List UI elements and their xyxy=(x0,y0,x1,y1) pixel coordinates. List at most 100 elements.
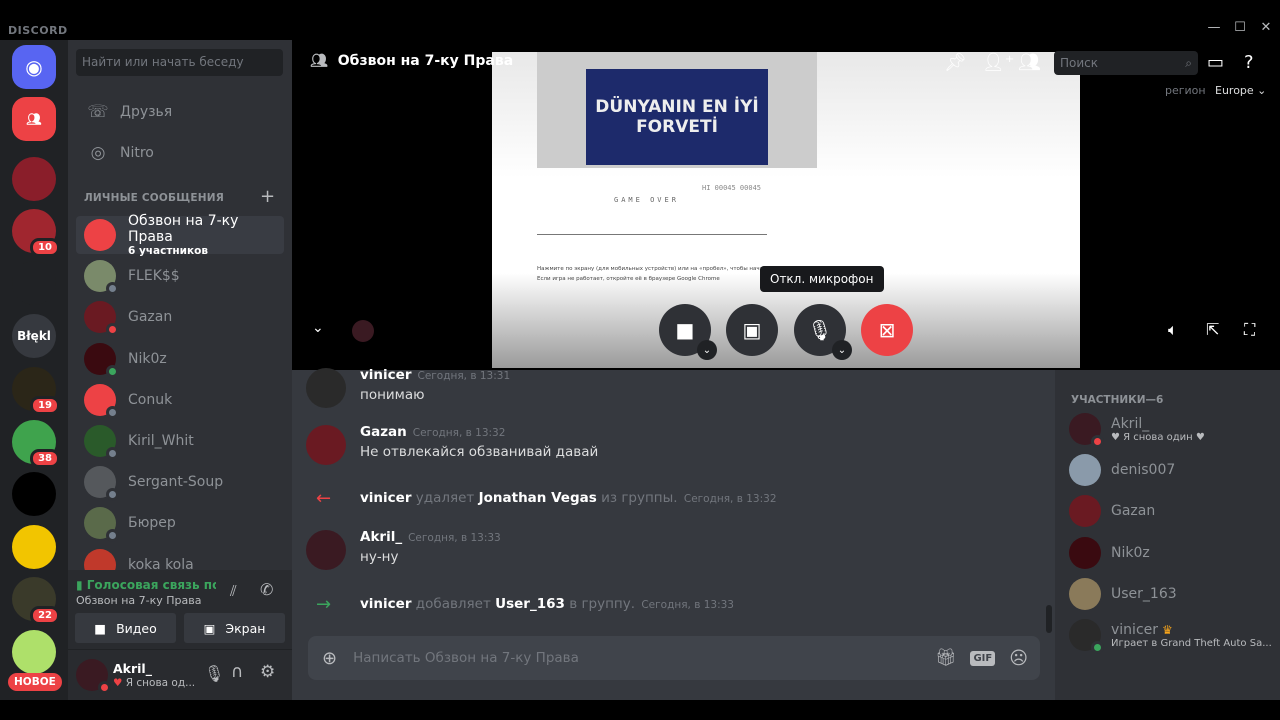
dm-item[interactable]: Sergant-Soup xyxy=(76,463,284,502)
region-select[interactable]: Europe ⌄ xyxy=(1215,84,1266,97)
member-activity: ♥ Я снова один ♥ xyxy=(1111,431,1205,443)
pin-icon[interactable]: 📌︎ xyxy=(944,52,967,73)
message-author[interactable]: vinicer xyxy=(360,367,411,383)
scrollbar[interactable] xyxy=(1046,605,1052,633)
message-author[interactable]: Akril_ xyxy=(360,529,402,545)
server-icon[interactable] xyxy=(12,630,56,674)
dm-item[interactable]: Nik0z xyxy=(76,340,284,378)
video-button[interactable]: ■ Видео xyxy=(75,613,176,643)
shared-screen[interactable]: DÜNYANIN EN İYİ FORVETİ HI 00045 00045 G… xyxy=(492,52,1080,368)
dm-name: Gazan xyxy=(128,309,173,326)
server-icon[interactable]: 10 xyxy=(12,209,60,257)
home-button[interactable]: ◉ xyxy=(12,45,56,89)
nav-nitro[interactable]: ◎ Nitro xyxy=(76,135,284,171)
add-friend-icon[interactable]: 👤︎⁺ xyxy=(982,52,1014,73)
new-badge[interactable]: НОВОЕ xyxy=(8,673,62,691)
dm-name: Обзвон на 7-ку Права xyxy=(128,213,239,245)
member-item[interactable]: Akril_ ♥ Я снова один ♥ xyxy=(1069,409,1205,449)
system-time: Сегодня, в 13:32 xyxy=(683,493,777,505)
inbox-icon[interactable]: ▭ xyxy=(1207,52,1224,73)
server-icon[interactable] xyxy=(12,261,56,305)
server-icon[interactable] xyxy=(12,472,56,516)
avatar[interactable] xyxy=(76,659,111,694)
fullscreen-icon[interactable]: ⛶ xyxy=(1244,320,1255,340)
participant-avatar[interactable] xyxy=(352,320,374,342)
server-rail: ◉ 👥︎ 10 Błękl 19 38 22 xyxy=(0,40,68,700)
avatar[interactable] xyxy=(306,425,346,465)
create-dm-button[interactable]: + xyxy=(260,186,275,207)
server-icon[interactable]: 👥︎ xyxy=(12,97,56,141)
message-composer[interactable]: ⊕ Написать Обзвон на 7-ку Права 🎁︎ GIF ☹ xyxy=(308,636,1040,680)
disconnect-icon[interactable]: ✆ xyxy=(260,580,273,599)
dm-item[interactable]: Бюрер xyxy=(76,504,284,543)
system-target[interactable]: User_163 xyxy=(495,596,565,612)
gif-button[interactable]: GIF xyxy=(970,650,996,666)
avatar xyxy=(1069,454,1101,487)
search-input[interactable]: Поиск ⌕ xyxy=(1054,51,1198,75)
system-actor[interactable]: vinicer xyxy=(360,490,411,506)
member-item[interactable]: Gazan xyxy=(1069,491,1155,531)
mute-button[interactable]: 🎙︎ ⌄ xyxy=(794,304,852,360)
screen-share-icon: ▣ xyxy=(742,318,762,342)
dm-text: Conuk xyxy=(128,392,172,408)
collapse-icon[interactable]: ⌄ xyxy=(312,320,324,336)
help-icon[interactable]: ? xyxy=(1244,52,1254,73)
dm-name: Conuk xyxy=(128,391,173,408)
nav-friends[interactable]: ☏ Друзья xyxy=(76,94,284,130)
message: Akril_ Сегодня, в 13:33 ну-ну xyxy=(360,529,501,565)
server-icon[interactable] xyxy=(12,157,56,201)
avatar xyxy=(84,260,119,296)
chevron-down-icon[interactable]: ⌄ xyxy=(832,340,852,360)
minimize-button[interactable]: — xyxy=(1204,20,1224,35)
volume-icon[interactable]: 🔈︎ xyxy=(1168,320,1178,340)
gift-icon[interactable]: 🎁︎ xyxy=(935,648,957,668)
camera-button[interactable]: ■ ⌄ xyxy=(659,304,717,360)
dm-item[interactable]: Kiril_Whit xyxy=(76,422,284,460)
member-item[interactable]: Nik0z xyxy=(1069,533,1150,573)
message-timestamp: Сегодня, в 13:33 xyxy=(408,532,501,544)
popout-icon[interactable]: ⇱ xyxy=(1206,320,1219,339)
dm-item[interactable]: Gazan xyxy=(76,298,284,337)
settings-icon[interactable]: ⚙ xyxy=(260,662,275,682)
video-banner: DÜNYANIN EN İYİ FORVETİ xyxy=(586,69,768,165)
member-name-row: Gazan xyxy=(1111,503,1155,519)
dm-item[interactable]: Conuk xyxy=(76,381,284,419)
maximize-button[interactable]: ☐ xyxy=(1230,20,1250,35)
noise-suppression-icon[interactable]: ⫽ xyxy=(230,582,237,600)
composer-placeholder: Написать Обзвон на 7-ку Права xyxy=(353,650,579,666)
system-actor[interactable]: vinicer xyxy=(360,596,411,612)
screen-share-button[interactable]: ▣ xyxy=(726,304,778,356)
mention-badge: 22 xyxy=(30,606,60,625)
message-author[interactable]: Gazan xyxy=(360,424,407,440)
dm-item[interactable]: FLEK$$ xyxy=(76,257,284,296)
server-icon[interactable]: 22 xyxy=(12,577,60,625)
screen-button[interactable]: ▣ Экран xyxy=(184,613,285,643)
attach-icon[interactable]: ⊕ xyxy=(322,648,337,669)
member-list-icon[interactable]: 👥︎ xyxy=(1018,52,1041,73)
chevron-down-icon[interactable]: ⌄ xyxy=(697,340,717,360)
mention-badge: 10 xyxy=(30,238,60,257)
server-icon[interactable]: 38 xyxy=(12,420,60,468)
dm-text: Бюрер xyxy=(128,515,176,531)
user-panel: Akril_ ♥ Я снова од... 🎙︎ ∩ ⚙ xyxy=(68,650,292,700)
close-button[interactable]: ✕ xyxy=(1256,20,1276,35)
headphones-icon[interactable]: ∩ xyxy=(231,662,243,682)
friends-icon: ☏ xyxy=(87,102,109,122)
system-message: vinicer добавляет User_163 в группу. Сег… xyxy=(360,596,734,612)
member-item[interactable]: vinicer ♛ Играет в Grand Theft Auto Sa... xyxy=(1069,615,1272,655)
dm-search-input[interactable]: Найти или начать беседу xyxy=(76,49,283,76)
member-item[interactable]: denis007 xyxy=(1069,450,1175,490)
server-icon[interactable] xyxy=(12,525,56,569)
server-icon[interactable]: 19 xyxy=(12,367,60,415)
server-icon[interactable]: Błękl xyxy=(12,314,56,358)
microphone-icon[interactable]: 🎙︎ xyxy=(204,664,224,683)
emoji-icon[interactable]: ☹ xyxy=(1009,648,1028,669)
dm-item[interactable]: Обзвон на 7-ку Права 6 участников xyxy=(76,213,284,257)
member-item[interactable]: User_163 xyxy=(1069,574,1177,614)
page-line-1: Нажмите по экрану (для мобильных устройс… xyxy=(537,266,767,272)
stop-stream-button[interactable]: ⊠ xyxy=(861,304,913,356)
system-target[interactable]: Jonathan Vegas xyxy=(479,490,597,506)
avatar[interactable] xyxy=(306,530,346,570)
username: Akril_ xyxy=(113,661,152,676)
avatar[interactable] xyxy=(306,368,346,408)
